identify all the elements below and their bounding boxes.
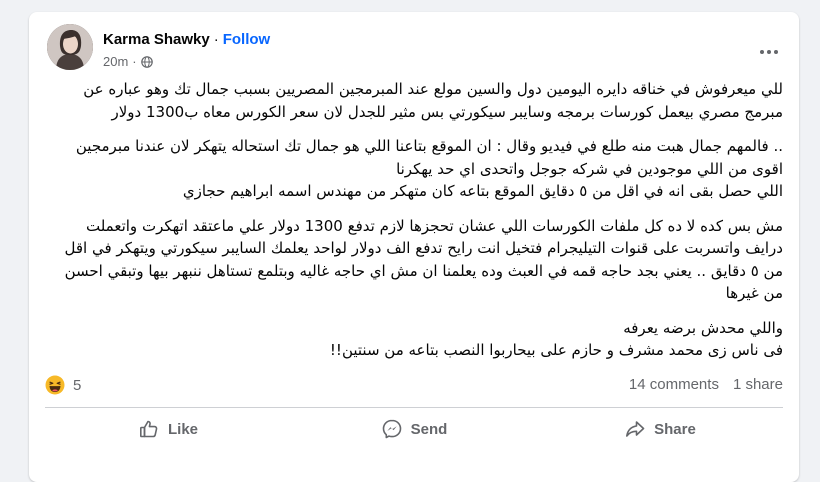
post-paragraph: للي ميعرفوش في خناقه دايره اليومين دول و…	[83, 80, 783, 121]
meta-separator: ·	[132, 54, 137, 69]
like-button[interactable]: Like	[45, 412, 291, 446]
more-dot	[774, 50, 778, 54]
post-card: Karma Shawky · Follow 20m · للي ميعرفوش في…	[29, 12, 799, 482]
post-stats: 5 14 comments 1 share	[45, 375, 783, 397]
reaction-count: 5	[73, 376, 82, 394]
author-name[interactable]: Karma Shawky	[103, 31, 210, 48]
more-options-icon[interactable]	[751, 40, 787, 64]
shares-count[interactable]: 1 share	[733, 376, 783, 393]
reactions-summary[interactable]: 5	[45, 375, 81, 395]
haha-reaction-icon	[45, 375, 65, 395]
send-label: Send	[410, 420, 448, 438]
engagement-counts: 14 comments 1 share	[629, 376, 783, 393]
author-line: Karma Shawky · Follow	[103, 30, 270, 50]
post-meta: 20m ·	[103, 54, 153, 69]
share-icon	[626, 421, 645, 437]
post-paragraph: .. فالمهم جمال هبت منه طلع في فيديو وقال…	[75, 137, 783, 200]
like-icon	[139, 420, 158, 438]
messenger-icon	[382, 419, 401, 439]
post-paragraph: مش بس كده لا ده كل ملفات الكورسات اللي ع…	[64, 216, 783, 303]
share-label: Share	[654, 420, 696, 438]
share-button[interactable]: Share	[537, 412, 783, 446]
globe-icon[interactable]	[140, 55, 153, 68]
more-dot	[767, 50, 771, 54]
post-actions: Like Send Share	[45, 412, 783, 446]
name-separator: ·	[213, 31, 219, 48]
actions-divider	[45, 407, 783, 408]
avatar-image	[47, 24, 93, 70]
more-dot	[760, 50, 764, 54]
post-time[interactable]: 20m	[103, 54, 128, 69]
avatar[interactable]	[47, 24, 93, 70]
post-header: Karma Shawky · Follow 20m ·	[47, 24, 787, 74]
comments-count[interactable]: 14 comments	[629, 376, 719, 393]
like-label: Like	[167, 420, 198, 438]
post-text: للي ميعرفوش في خناقه دايره اليومين دول و…	[45, 78, 783, 362]
send-button[interactable]: Send	[291, 412, 537, 446]
post-paragraph: واللي محدش برضه يعرفه فى ناس زى محمد مشر…	[329, 318, 783, 360]
follow-button[interactable]: Follow	[223, 31, 271, 48]
